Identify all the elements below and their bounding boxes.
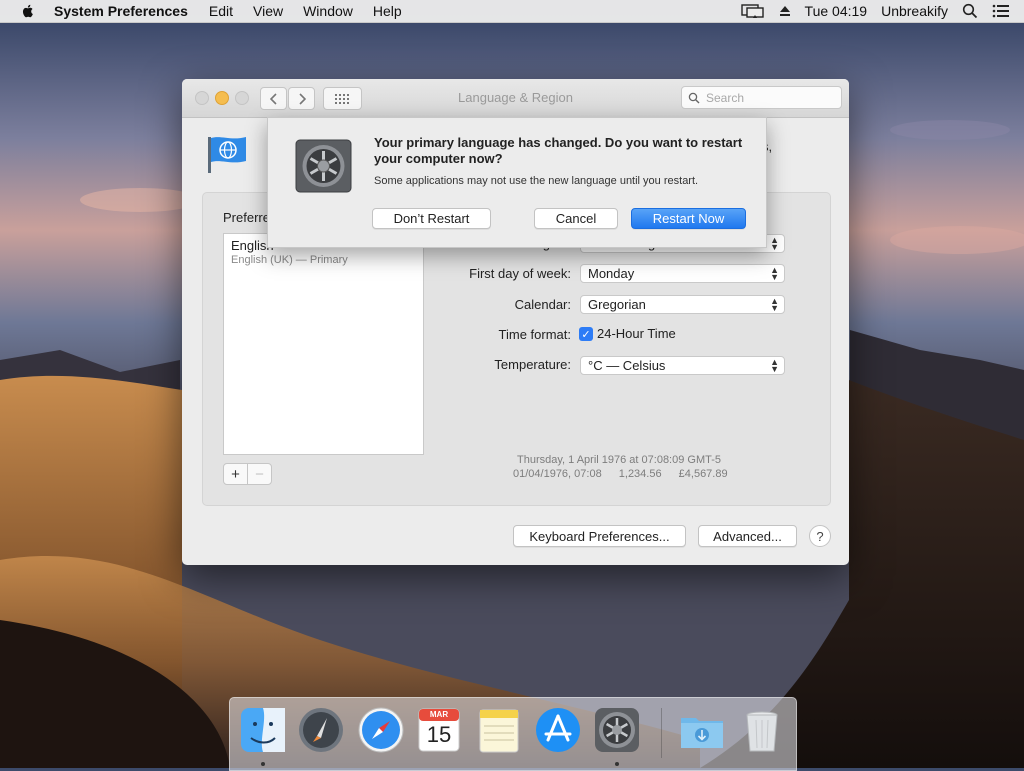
sample-number: 1,234.56 (618, 468, 662, 480)
apple-icon[interactable] (20, 3, 36, 19)
menu-app-name[interactable]: System Preferences (54, 3, 188, 19)
title-bar: Language & Region Search (182, 79, 849, 118)
calendar-value: Gregorian (588, 297, 646, 312)
calendar-popup[interactable]: Gregorian ▲ ▼ (580, 295, 785, 314)
help-button[interactable]: ? (809, 525, 831, 547)
sample-formats: 01/04/1976, 07:08 1,234.56 £4,567.89 (513, 468, 742, 480)
eject-icon[interactable] (779, 5, 791, 17)
system-preferences-icon (295, 139, 352, 193)
system-preferences-dock-icon[interactable] (593, 706, 641, 754)
app-store-icon[interactable] (534, 706, 582, 754)
sample-short-date: 01/04/1976, 07:08 (513, 468, 602, 480)
menu-window[interactable]: Window (303, 3, 353, 19)
search-placeholder: Search (706, 90, 745, 105)
menu-help[interactable]: Help (373, 3, 402, 19)
dock: MAR 15 (229, 697, 797, 771)
temperature-label: Temperature: (494, 357, 571, 372)
notification-center-icon[interactable] (992, 4, 1010, 18)
keyboard-preferences-button[interactable]: Keyboard Preferences... (513, 525, 686, 547)
dock-separator (661, 708, 662, 758)
search-field[interactable]: Search (681, 86, 842, 109)
calendar-month: MAR (429, 710, 449, 719)
add-language-button[interactable]: + (224, 464, 247, 484)
temperature-popup[interactable]: °C — Celsius ▲ ▼ (580, 356, 785, 375)
restart-now-button[interactable]: Restart Now (631, 208, 746, 229)
remove-language-button[interactable]: − (247, 464, 271, 484)
menu-view[interactable]: View (253, 3, 283, 19)
launchpad-icon[interactable] (297, 706, 345, 754)
language-region-icon (208, 137, 246, 173)
popup-arrows-icon: ▲ ▼ (770, 235, 779, 252)
trash-icon[interactable] (738, 706, 786, 754)
sample-date: Thursday, 1 April 1976 at 07:08:09 GMT-5 (517, 454, 722, 466)
sysprefs-running-indicator (615, 762, 619, 766)
24-hour-label[interactable]: 24-Hour Time (597, 326, 676, 341)
downloads-folder-icon[interactable] (678, 706, 726, 754)
popup-arrows-icon: ▲ ▼ (770, 357, 779, 374)
finder-icon[interactable] (239, 706, 287, 754)
add-remove-control: + − (223, 463, 272, 485)
calendar-label: Calendar: (514, 297, 571, 312)
menu-edit[interactable]: Edit (209, 3, 233, 19)
popup-arrows-icon: ▲ ▼ (770, 296, 779, 313)
time-format-label: Time format: (498, 327, 571, 342)
display-mirroring-icon[interactable] (740, 3, 765, 19)
menu-clock[interactable]: Tue 04:19 (805, 3, 868, 19)
first-day-label: First day of week: (469, 266, 571, 281)
calendar-day: 15 (426, 722, 452, 747)
cancel-button[interactable]: Cancel (534, 208, 618, 229)
advanced-button[interactable]: Advanced... (698, 525, 797, 547)
first-day-value: Monday (588, 266, 635, 281)
menu-bar: System Preferences Edit View Window Help… (0, 0, 1024, 23)
menu-user[interactable]: Unbreakify (881, 3, 948, 19)
spotlight-icon[interactable] (962, 3, 978, 19)
dont-restart-button[interactable]: Don’t Restart (372, 208, 491, 229)
temperature-value: °C — Celsius (588, 358, 666, 373)
finder-running-indicator (261, 762, 265, 766)
language-list[interactable]: English English (UK) — Primary (223, 233, 424, 455)
restart-alert-sheet: Your primary language has changed. Do yo… (267, 117, 767, 248)
sample-currency: £4,567.89 (678, 468, 728, 480)
popup-arrows-icon: ▲ ▼ (770, 265, 779, 282)
first-day-popup[interactable]: Monday ▲ ▼ (580, 264, 785, 283)
notes-icon[interactable] (475, 706, 523, 754)
alert-message: Some applications may not use the new la… (374, 175, 699, 187)
safari-icon[interactable] (357, 706, 405, 754)
search-icon (688, 92, 700, 103)
alert-title: Your primary language has changed. Do yo… (374, 135, 743, 166)
calendar-icon[interactable]: MAR 15 (415, 706, 463, 754)
24-hour-checkbox[interactable]: ✓ (579, 327, 593, 341)
language-detail: English (UK) — Primary (231, 254, 348, 266)
